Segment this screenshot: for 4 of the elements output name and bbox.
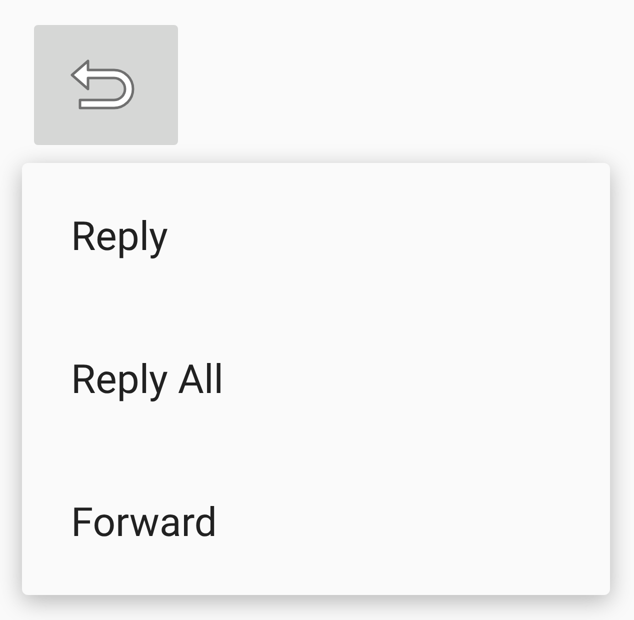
menu-item[interactable]: Reply: [22, 165, 610, 308]
reply-button[interactable]: [34, 25, 178, 145]
menu-item[interactable]: Forward: [22, 451, 610, 594]
menu-item[interactable]: Reply All: [22, 308, 610, 451]
